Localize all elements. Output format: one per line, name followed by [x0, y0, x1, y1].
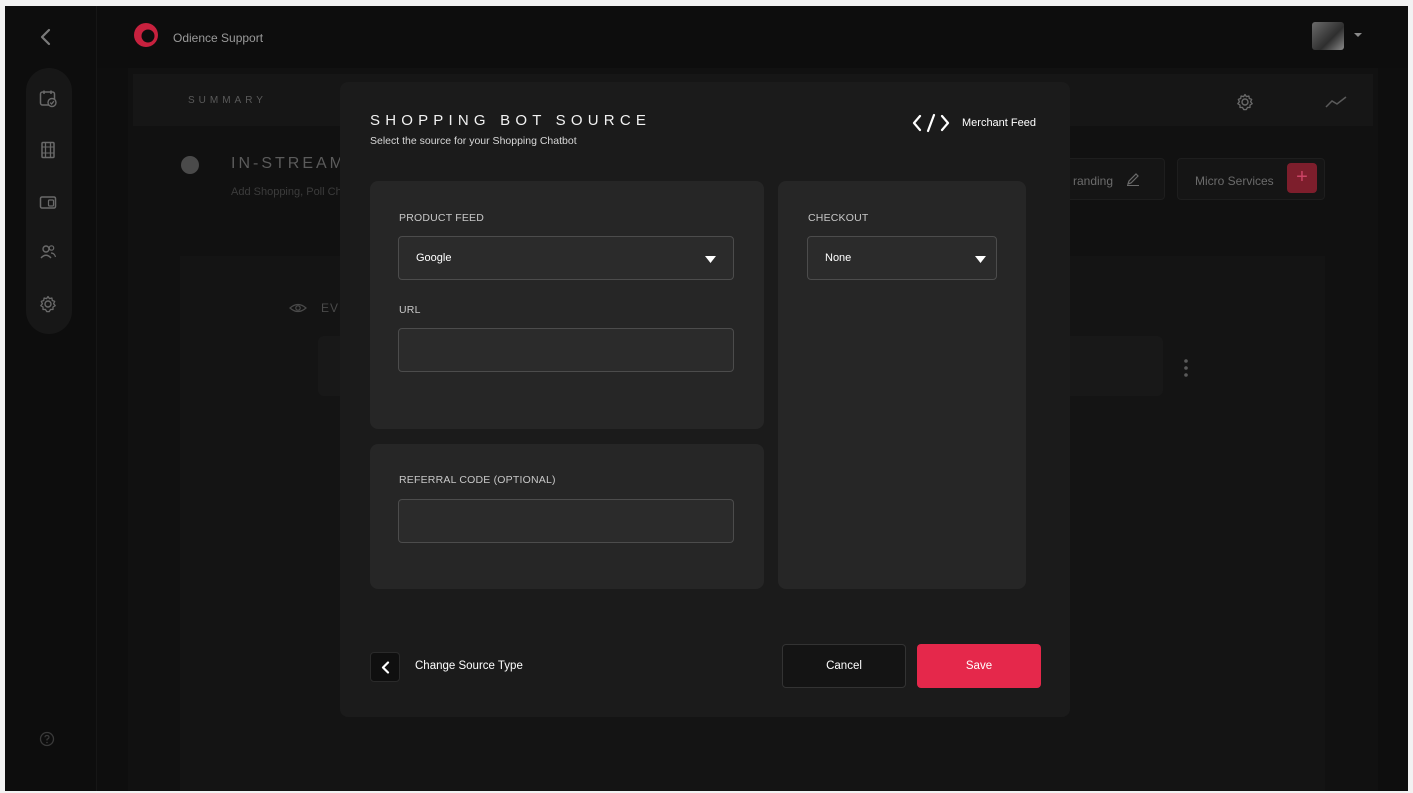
trend-chart-icon[interactable]: [1325, 94, 1347, 110]
product-feed-select[interactable]: Google: [398, 236, 734, 280]
referral-code-label: REFERRAL CODE (OPTIONAL): [399, 474, 556, 486]
eye-icon: [289, 303, 307, 313]
product-feed-selected: Google: [416, 252, 452, 264]
calendar-check-icon[interactable]: [38, 88, 58, 108]
save-button[interactable]: Save: [917, 644, 1041, 688]
more-options-icon[interactable]: [1183, 358, 1189, 378]
film-icon[interactable]: [38, 140, 58, 160]
url-label: URL: [399, 304, 421, 316]
caret-down-icon: [975, 256, 986, 263]
gear-icon[interactable]: [38, 294, 58, 314]
users-icon[interactable]: [38, 242, 58, 262]
chevron-left-icon: [381, 661, 390, 674]
caret-down-icon: [705, 256, 716, 263]
modal-title: SHOPPING BOT SOURCE: [370, 112, 652, 129]
odience-logo-icon[interactable]: [133, 22, 159, 48]
url-input[interactable]: [398, 328, 734, 372]
stream-subtitle: Add Shopping, Poll Ch: [231, 186, 342, 198]
micro-services-label: Micro Services: [1195, 174, 1274, 188]
change-source-back-button[interactable]: [370, 652, 400, 682]
back-chevron-icon[interactable]: [38, 26, 54, 48]
org-name[interactable]: Odience Support: [173, 31, 263, 45]
checkout-label: CHECKOUT: [808, 212, 869, 224]
referral-code-input[interactable]: [398, 499, 734, 543]
summary-tab[interactable]: SUMMARY: [188, 95, 267, 106]
code-icon: [912, 113, 950, 133]
merchant-feed-label: Merchant Feed: [962, 117, 1036, 129]
left-rail: [5, 6, 97, 791]
change-source-type-link[interactable]: Change Source Type: [415, 660, 523, 672]
settings-gear-icon[interactable]: [1235, 92, 1255, 112]
branding-label: randing: [1073, 174, 1114, 188]
user-avatar[interactable]: [1312, 22, 1344, 50]
modal-subtitle: Select the source for your Shopping Chat…: [370, 135, 577, 147]
checkout-selected: None: [825, 252, 852, 264]
add-micro-service-button[interactable]: +: [1287, 163, 1317, 193]
top-bar: [97, 6, 1408, 68]
pencil-icon: [1127, 173, 1139, 186]
stream-status-icon: [181, 156, 199, 174]
checkout-select[interactable]: None: [807, 236, 997, 280]
caret-down-icon[interactable]: [1353, 32, 1363, 38]
help-icon[interactable]: [39, 731, 55, 747]
product-feed-label: PRODUCT FEED: [399, 212, 485, 224]
devices-icon[interactable]: [38, 192, 58, 212]
cancel-button[interactable]: Cancel: [782, 644, 906, 688]
